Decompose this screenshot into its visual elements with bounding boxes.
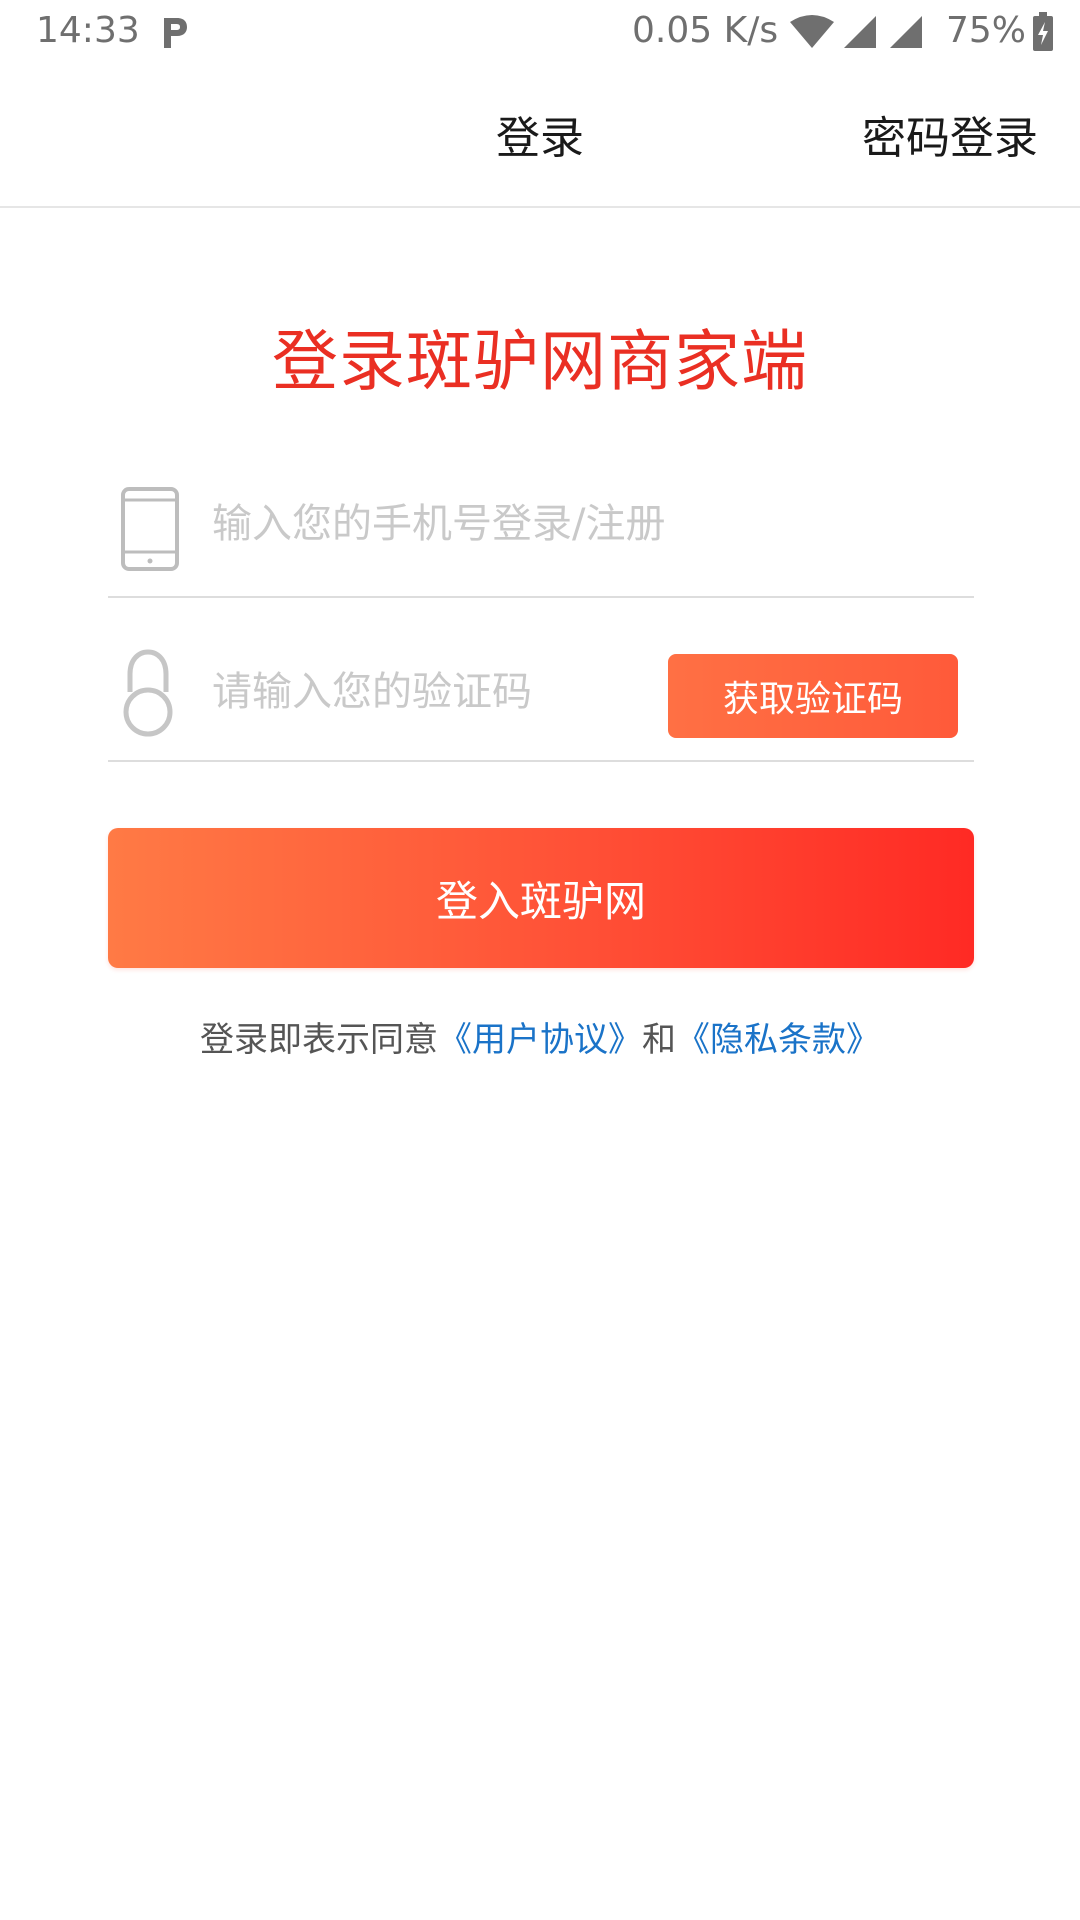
phone-input[interactable] — [212, 496, 912, 552]
status-time: 14:33 — [36, 10, 140, 51]
battery-charging-icon — [1033, 12, 1053, 51]
login-heading: 登录斑驴网商家端 — [272, 323, 808, 400]
get-code-button[interactable]: 获取验证码 — [668, 654, 958, 738]
phone-icon — [121, 487, 179, 571]
user-agreement-link[interactable]: 《用户协议》 — [438, 1020, 642, 1060]
battery-percent: 75% — [946, 10, 1027, 51]
signal-icon — [844, 16, 876, 48]
parking-app-icon — [164, 18, 187, 48]
phone-field-row — [108, 470, 974, 598]
agreement-conjunction: 和 — [642, 1020, 676, 1060]
signal-icon — [890, 16, 922, 48]
privacy-policy-link[interactable]: 《隐私条款》 — [676, 1020, 880, 1060]
app-header: 登录 密码登录 — [0, 64, 1080, 208]
verification-code-input[interactable] — [212, 664, 652, 720]
network-speed: 0.05 K/s — [632, 10, 779, 51]
agreement-prefix: 登录即表示同意 — [200, 1020, 438, 1060]
lock-icon — [123, 649, 173, 737]
password-login-button[interactable]: 密码登录 — [862, 102, 1038, 166]
code-field-row: 获取验证码 — [108, 636, 974, 762]
status-bar: 14:33 0.05 K/s 75% — [0, 0, 1080, 64]
wifi-icon — [790, 15, 834, 48]
login-button[interactable]: 登入斑驴网 — [108, 828, 974, 968]
agreement-text: 登录即表示同意《用户协议》和《隐私条款》 — [0, 1012, 1080, 1061]
